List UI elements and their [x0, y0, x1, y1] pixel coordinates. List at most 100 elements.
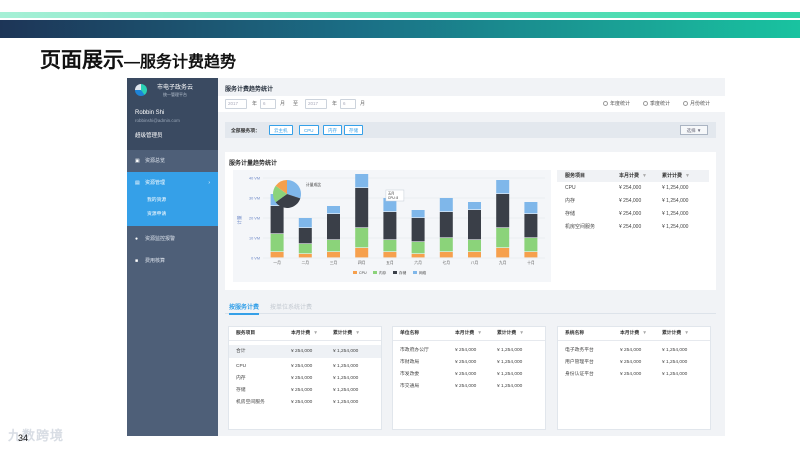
radio-quarterly[interactable]: 季度统计: [643, 100, 670, 107]
bar-存储-八月[interactable]: [468, 210, 481, 240]
sidebar-subitem-resource-request[interactable]: 资源申请: [127, 208, 218, 222]
legend-label: 存储: [399, 270, 407, 275]
sort-icon: ▼: [642, 173, 647, 179]
legend-label: CPU: [359, 271, 367, 275]
header-sortable[interactable]: 累计计费 ▼: [662, 327, 689, 341]
bar-CPU-五月[interactable]: [383, 252, 397, 258]
sort-icon: ▼: [355, 331, 360, 336]
bar-CPU-七月[interactable]: [439, 252, 453, 258]
bar-内存-八月[interactable]: [468, 240, 481, 252]
tag-cloud-host[interactable]: 云主机: [269, 125, 293, 135]
table-cell: 市财政局: [400, 360, 420, 365]
from-year-input[interactable]: 2017: [225, 99, 247, 109]
bar-网络-九月[interactable]: [496, 180, 510, 194]
summary-header-month[interactable]: 本月计费 ▼: [619, 170, 647, 182]
bar-CPU-四月[interactable]: [355, 248, 369, 258]
summary-cell: ¥ 1,254,000: [662, 185, 689, 191]
bar-存储-十月[interactable]: [524, 214, 538, 238]
to-year-input[interactable]: 2017: [305, 99, 327, 109]
to-month-input[interactable]: 6: [340, 99, 356, 109]
bar-CPU-八月[interactable]: [468, 252, 481, 258]
table-header: 服务项目 本月计费 ▼ 累计计费 ▼: [229, 327, 381, 341]
bar-网络-六月[interactable]: [411, 210, 425, 218]
bar-网络-七月[interactable]: [439, 198, 453, 212]
tab-by-service[interactable]: 按服务计费: [229, 302, 260, 315]
table-row: 用户管理平台 ¥ 254,000 ¥ 1,254,000: [558, 357, 710, 369]
header-sortable[interactable]: 本月计费 ▼: [620, 327, 647, 341]
bar-内存-九月[interactable]: [496, 228, 510, 248]
bar-内存-六月[interactable]: [411, 242, 425, 254]
x-tick-label: 一月: [273, 260, 281, 265]
month-unit: 月: [280, 101, 286, 107]
bar-内存-一月[interactable]: [270, 234, 284, 252]
sidebar-item-overview[interactable]: ▣ 资源总览: [127, 150, 218, 172]
header-label: 累计计费: [333, 331, 353, 336]
summary-header-total[interactable]: 累计计费 ▼: [662, 170, 690, 182]
bar-内存-七月[interactable]: [439, 238, 453, 252]
bar-CPU-十月[interactable]: [524, 252, 538, 258]
sidebar-item-resource-management[interactable]: ▤ 资源管理 ›: [127, 172, 218, 194]
from-month-input[interactable]: 6: [260, 99, 276, 109]
billing-icon: ■: [135, 258, 139, 264]
bar-CPU-三月[interactable]: [327, 252, 340, 258]
to-label: 至: [293, 101, 299, 107]
user-name: Robbin Shi: [135, 110, 165, 116]
bar-内存-五月[interactable]: [383, 240, 397, 252]
bar-CPU-一月[interactable]: [270, 252, 284, 258]
bar-网络-四月[interactable]: [355, 174, 369, 188]
bar-存储-四月[interactable]: [355, 188, 369, 228]
bar-存储-一月[interactable]: [270, 206, 284, 234]
bar-存储-六月[interactable]: [411, 218, 425, 242]
sidebar-item-billing[interactable]: ■ 费用核算: [127, 250, 218, 272]
bar-CPU-六月[interactable]: [411, 254, 425, 258]
summary-row: 内存 ¥ 254,000 ¥ 1,254,000: [557, 195, 709, 208]
billing-tabs: 按服务计费 按单位系统计费: [225, 300, 716, 315]
bar-CPU-九月[interactable]: [496, 248, 510, 258]
bar-网络-八月[interactable]: [468, 202, 481, 210]
header-sortable[interactable]: 累计计费 ▼: [497, 327, 524, 341]
table-cell: ¥ 254,000: [291, 388, 313, 393]
table-cell: ¥ 254,000: [455, 348, 477, 353]
bar-内存-十月[interactable]: [524, 238, 538, 252]
bar-网络-二月[interactable]: [298, 218, 312, 228]
tag-storage[interactable]: 存储: [344, 125, 363, 135]
table-row: 机房空间服务 ¥ 254,000 ¥ 1,254,000: [229, 397, 381, 409]
summary-cell: CPU: [565, 185, 576, 191]
x-tick-label: 二月: [302, 260, 310, 265]
bar-存储-七月[interactable]: [439, 212, 453, 238]
tab-by-unit-system[interactable]: 按单位系统计费: [270, 302, 312, 311]
summary-table: 服务项目 本月计费 ▼ 累计计费 ▼ CPU ¥ 254,000 ¥ 1,254,000…: [557, 170, 709, 268]
bar-存储-二月[interactable]: [298, 228, 312, 244]
month-unit: 月: [360, 101, 366, 107]
bar-存储-五月[interactable]: [383, 212, 397, 240]
select-button[interactable]: 选择 ▼: [680, 125, 708, 135]
table-cell: ¥ 1,254,000: [497, 360, 523, 365]
bar-CPU-二月[interactable]: [298, 254, 312, 258]
header-name: 单位名称: [400, 331, 420, 336]
slide-subtitle: —服务计费趋势: [124, 54, 237, 71]
tag-memory[interactable]: 内存: [323, 125, 342, 135]
sidebar-subitem-my-resources[interactable]: 我的资源: [127, 194, 218, 208]
table-cell: ¥ 254,000: [291, 364, 313, 369]
table-cell: 机房空间服务: [236, 400, 265, 405]
bar-内存-四月[interactable]: [355, 228, 369, 248]
radio-monthly[interactable]: 月份统计: [683, 100, 710, 107]
header-sortable[interactable]: 本月计费 ▼: [455, 327, 482, 341]
legend-label: 网络: [419, 270, 427, 275]
bar-内存-二月[interactable]: [298, 244, 312, 254]
sidebar-item-monitoring[interactable]: ● 资源监控报警: [127, 228, 218, 250]
bar-存储-三月[interactable]: [327, 214, 340, 240]
tag-cpu[interactable]: CPU: [299, 125, 319, 135]
header-sortable[interactable]: 本月计费 ▼: [291, 327, 318, 341]
bar-存储-九月[interactable]: [496, 194, 510, 228]
bar-网络-十月[interactable]: [524, 202, 538, 214]
summary-cell: ¥ 1,254,000: [662, 198, 689, 204]
summary-cell: ¥ 254,000: [619, 198, 642, 204]
header-sortable[interactable]: 累计计费 ▼: [333, 327, 360, 341]
table-cell: CPU: [236, 364, 247, 369]
header-label: 本月计费: [291, 331, 311, 336]
bar-内存-三月[interactable]: [327, 240, 340, 252]
table-cell: 合计: [236, 349, 246, 354]
bar-网络-三月[interactable]: [327, 206, 340, 214]
radio-yearly[interactable]: 年度统计: [603, 100, 630, 107]
